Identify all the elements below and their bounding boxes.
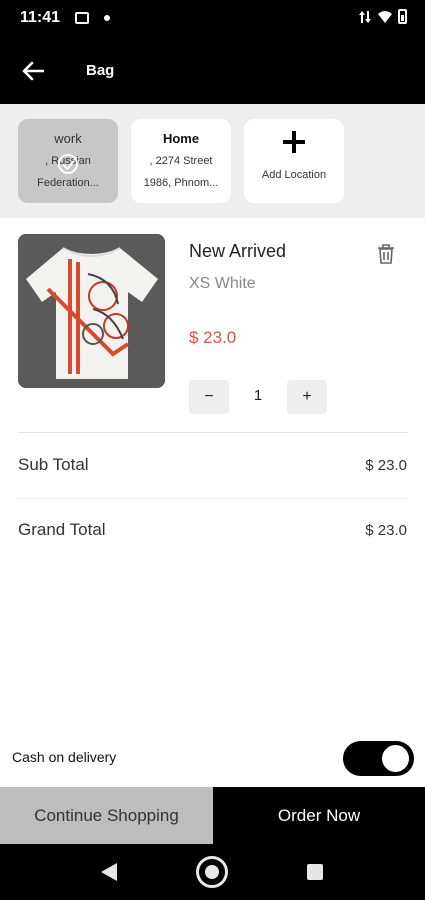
sub-total-label: Sub Total [18,455,89,474]
add-location-button[interactable]: Add Location [244,119,344,203]
quantity-increase-button[interactable]: + [287,380,327,414]
nav-back-icon[interactable] [101,863,117,881]
arrow-left-icon [22,61,44,81]
location-selector: work , Russian Federation... Home , 2274… [0,104,425,218]
grand-total-label: Grand Total [18,520,106,539]
battery-icon [398,9,407,24]
quantity-value: 1 [253,387,263,404]
data-arrows-icon [359,10,371,23]
order-now-button[interactable]: Order Now [213,787,425,844]
cash-on-delivery-label: Cash on delivery [12,749,117,765]
grand-total-value: $ 23.0 [365,522,407,539]
image-notification-icon [75,12,89,24]
nav-recents-icon[interactable] [307,864,323,880]
product-variant: XS White [189,275,256,292]
notification-dot-icon [104,15,110,21]
product-price: $ 23.0 [189,328,237,347]
app-bar: Bag [0,36,425,104]
product-title: New Arrived [189,241,287,261]
status-bar: 11:41 [0,0,425,36]
sub-total-value: $ 23.0 [365,457,407,474]
system-nav-bar [0,844,425,900]
location-name: Home [162,131,200,146]
divider [18,432,408,433]
plus-icon [283,131,305,153]
status-time: 11:41 [20,9,61,26]
continue-shopping-button[interactable]: Continue Shopping [0,787,213,844]
trash-icon[interactable] [376,243,396,265]
location-name: work [54,131,82,146]
toggle-knob [382,745,409,772]
location-address: , 2274 Street 1986, Phnom... [143,155,219,189]
page-title: Bag [86,62,115,79]
product-image [18,234,165,388]
status-icons [358,9,407,24]
divider [18,498,408,499]
tshirt-image [18,234,165,388]
back-button[interactable] [18,56,48,86]
location-card-work[interactable]: work , Russian Federation... [18,119,118,203]
wifi-icon [378,10,392,23]
nav-home-icon[interactable] [196,856,228,888]
add-location-label: Add Location [261,169,327,181]
cash-on-delivery-toggle[interactable] [343,741,414,776]
check-circle-icon [58,154,78,174]
location-card-home[interactable]: Home , 2274 Street 1986, Phnom... [131,119,231,203]
quantity-decrease-button[interactable]: − [189,380,229,414]
